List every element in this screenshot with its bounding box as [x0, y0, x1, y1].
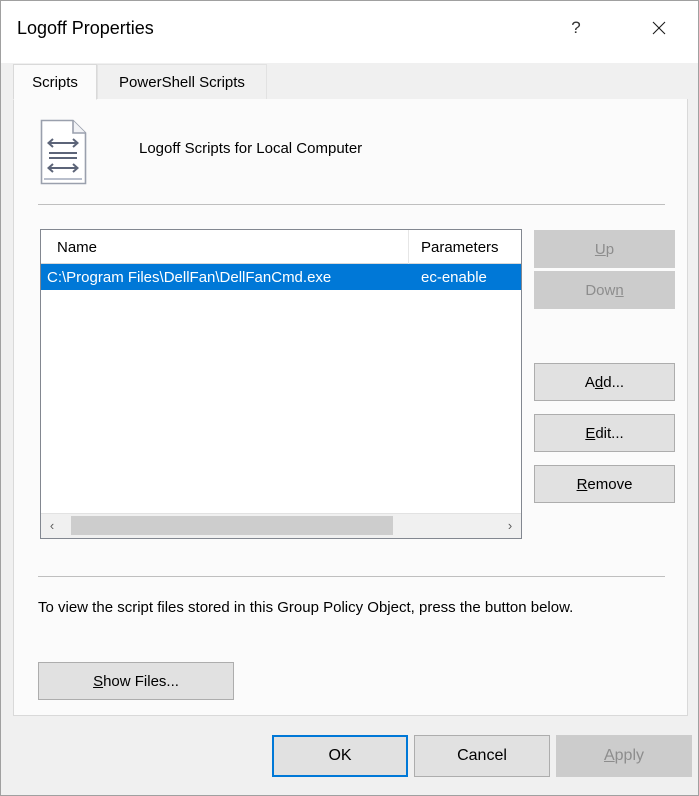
apply-button[interactable]: Apply [556, 735, 692, 777]
edit-button[interactable]: Edit... [534, 414, 675, 452]
question-mark-icon: ? [571, 18, 581, 37]
tab-powershell-scripts[interactable]: PowerShell Scripts [97, 64, 267, 100]
window-title: Logoff Properties [17, 18, 154, 38]
remove-button[interactable]: Remove [534, 465, 675, 503]
tab-scripts-label: Scripts [32, 73, 78, 91]
show-files-button[interactable]: Show Files... [38, 662, 234, 700]
row-parameters-cell: ec-enable [421, 268, 487, 286]
horizontal-scrollbar[interactable]: ‹ › [41, 513, 521, 538]
title-bar: Logoff Properties ? [1, 1, 698, 63]
table-row[interactable]: C:\Program Files\DellFan\DellFanCmd.exe … [41, 264, 521, 290]
ok-button-label: OK [328, 747, 352, 764]
column-header-name-label: Name [57, 238, 98, 256]
add-button-label: Add... [584, 373, 625, 391]
apply-button-label: Apply [603, 747, 645, 764]
scripts-tab-panel: Logoff Scripts for Local Computer Name P… [13, 99, 688, 716]
close-icon [652, 21, 666, 35]
row-name-cell: C:\Program Files\DellFan\DellFanCmd.exe [47, 268, 332, 286]
column-header-parameters-label: Parameters [421, 238, 499, 256]
description-text: To view the script files stored in this … [38, 599, 574, 616]
scrollbar-thumb[interactable] [71, 516, 393, 535]
cancel-button[interactable]: Cancel [414, 735, 550, 777]
listview-rows: C:\Program Files\DellFan\DellFanCmd.exe … [41, 264, 521, 514]
separator-bottom [38, 576, 665, 577]
script-document-icon [40, 119, 87, 185]
separator-top [38, 204, 665, 205]
ok-button[interactable]: OK [272, 735, 408, 777]
down-button-label: Down [585, 281, 624, 299]
remove-button-label: Remove [576, 475, 633, 493]
edit-button-label: Edit... [585, 424, 624, 442]
up-button[interactable]: Up [534, 230, 675, 268]
show-files-button-label: Show Files... [93, 672, 179, 690]
dialog-footer: OK Cancel Apply [1, 716, 698, 795]
up-button-label: Up [594, 240, 615, 258]
tab-powershell-scripts-label: PowerShell Scripts [119, 74, 245, 91]
down-button[interactable]: Down [534, 271, 675, 309]
tab-scripts[interactable]: Scripts [13, 64, 97, 100]
listview-header: Name Parameters [41, 230, 521, 264]
panel-heading: Logoff Scripts for Local Computer [139, 140, 363, 157]
cancel-button-label: Cancel [457, 747, 507, 764]
close-button[interactable] [636, 5, 682, 51]
column-header-name[interactable]: Name [41, 230, 409, 264]
add-button[interactable]: Add... [534, 363, 675, 401]
help-button[interactable]: ? [553, 5, 599, 51]
scroll-left-icon[interactable]: ‹ [41, 514, 63, 537]
scroll-right-icon[interactable]: › [499, 514, 521, 537]
tab-strip: Scripts PowerShell Scripts [13, 64, 688, 101]
logoff-properties-dialog: Logoff Properties ? Scripts PowerShell S… [0, 0, 699, 796]
scripts-listview[interactable]: Name Parameters C:\Program Files\DellFan… [40, 229, 522, 539]
column-header-parameters[interactable]: Parameters [409, 230, 521, 264]
